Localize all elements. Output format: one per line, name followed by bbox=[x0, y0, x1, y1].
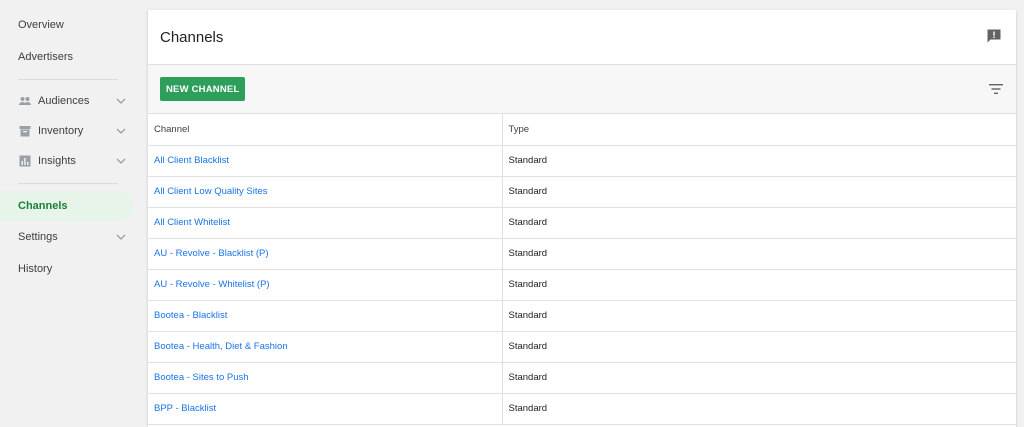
chevron-down-icon[interactable] bbox=[116, 232, 126, 242]
chevron-down-icon[interactable] bbox=[116, 126, 126, 136]
sidebar-item-label: History bbox=[18, 263, 53, 275]
table-cell-channel: All Client Low Quality Sites bbox=[148, 176, 503, 208]
inventory-box-icon bbox=[18, 124, 32, 138]
table-row: BPP - Blacklist Standard bbox=[148, 393, 1016, 425]
table-row: All Client Whitelist Standard bbox=[148, 207, 1016, 239]
table-cell-type: Standard bbox=[502, 331, 1016, 363]
table-cell-channel: Bootea - Blacklist bbox=[148, 300, 503, 332]
channels-card: Channels NEW CHANNEL Channel Type All Cl… bbox=[148, 10, 1016, 427]
table-cell-channel: All Client Whitelist bbox=[148, 207, 503, 239]
filter-icon[interactable] bbox=[988, 82, 1004, 96]
table-cell-type: Standard bbox=[502, 393, 1016, 425]
column-header-type[interactable]: Type bbox=[502, 114, 1016, 146]
table-row: All Client Low Quality Sites Standard bbox=[148, 176, 1016, 208]
people-icon bbox=[18, 94, 32, 108]
channel-link[interactable]: Bootea - Blacklist bbox=[154, 310, 227, 321]
sidebar-item-label: Overview bbox=[18, 19, 64, 31]
table-cell-channel: BPP - Blacklist bbox=[148, 393, 503, 425]
sidebar-item-label: Settings bbox=[18, 231, 58, 243]
table-cell-channel: AU - Revolve - Whitelist (P) bbox=[148, 269, 503, 301]
table-cell-type: Standard bbox=[502, 176, 1016, 208]
table-cell-channel: Bootea - Health, Diet & Fashion bbox=[148, 331, 503, 363]
table-cell-type: Standard bbox=[502, 207, 1016, 239]
sidebar-item-insights[interactable]: Insights bbox=[0, 146, 134, 176]
chevron-down-icon[interactable] bbox=[116, 96, 126, 106]
table-cell-channel: AU - Revolve - Blacklist (P) bbox=[148, 238, 503, 270]
sidebar-item-settings[interactable]: Settings bbox=[0, 222, 134, 252]
sidebar-item-label: Advertisers bbox=[18, 51, 74, 63]
table-header-row: Channel Type bbox=[148, 114, 1016, 146]
table-cell-type: Standard bbox=[502, 238, 1016, 270]
channels-table: Channel Type All Client Blacklist Standar… bbox=[148, 114, 1016, 425]
table-row: Bootea - Sites to Push Standard bbox=[148, 362, 1016, 394]
sidebar-item-label: Insights bbox=[38, 155, 76, 167]
table-cell-channel: Bootea - Sites to Push bbox=[148, 362, 503, 394]
column-header-channel[interactable]: Channel bbox=[148, 114, 503, 146]
table-row: Bootea - Health, Diet & Fashion Standard bbox=[148, 331, 1016, 363]
table-row: All Client Blacklist Standard bbox=[148, 145, 1016, 177]
sidebar-item-label: Inventory bbox=[38, 125, 84, 137]
table-row: AU - Revolve - Whitelist (P) Standard bbox=[148, 269, 1016, 301]
new-channel-button[interactable]: NEW CHANNEL bbox=[160, 77, 246, 101]
channel-link[interactable]: AU - Revolve - Whitelist (P) bbox=[154, 279, 270, 290]
sidebar-item-inventory[interactable]: Inventory bbox=[0, 116, 134, 146]
channel-link[interactable]: All Client Blacklist bbox=[154, 155, 229, 166]
page-title: Channels bbox=[160, 28, 224, 46]
sidebar-item-label: Channels bbox=[18, 200, 68, 212]
bar-chart-icon bbox=[18, 154, 32, 168]
sidebar-divider bbox=[18, 183, 118, 184]
channel-link[interactable]: BPP - Blacklist bbox=[154, 403, 216, 414]
channel-link[interactable]: AU - Revolve - Blacklist (P) bbox=[154, 248, 269, 259]
sidebar-divider bbox=[18, 79, 118, 80]
sidebar-item-history[interactable]: History bbox=[0, 254, 134, 284]
channel-link[interactable]: Bootea - Sites to Push bbox=[154, 372, 249, 383]
channel-link[interactable]: All Client Whitelist bbox=[154, 217, 230, 228]
table-cell-type: Standard bbox=[502, 269, 1016, 301]
table-cell-type: Standard bbox=[502, 145, 1016, 177]
sidebar-item-advertisers[interactable]: Advertisers bbox=[0, 42, 134, 72]
table-row: Bootea - Blacklist Standard bbox=[148, 300, 1016, 332]
sidebar-item-label: Audiences bbox=[38, 95, 90, 107]
channel-link[interactable]: All Client Low Quality Sites bbox=[154, 186, 268, 197]
table-row: AU - Revolve - Blacklist (P) Standard bbox=[148, 238, 1016, 270]
channel-link[interactable]: Bootea - Health, Diet & Fashion bbox=[154, 341, 288, 352]
sidebar-nav: Overview Advertisers Audiences Inventory… bbox=[0, 0, 140, 427]
card-header: Channels bbox=[148, 10, 1016, 65]
table-cell-type: Standard bbox=[502, 300, 1016, 332]
table-cell-type: Standard bbox=[502, 362, 1016, 394]
feedback-icon[interactable] bbox=[986, 28, 1002, 44]
table-toolbar: NEW CHANNEL bbox=[148, 65, 1016, 114]
sidebar-item-channels[interactable]: Channels bbox=[0, 191, 134, 221]
sidebar-item-audiences[interactable]: Audiences bbox=[0, 86, 134, 116]
sidebar-item-overview[interactable]: Overview bbox=[0, 10, 134, 40]
chevron-down-icon[interactable] bbox=[116, 156, 126, 166]
table-cell-channel: All Client Blacklist bbox=[148, 145, 503, 177]
